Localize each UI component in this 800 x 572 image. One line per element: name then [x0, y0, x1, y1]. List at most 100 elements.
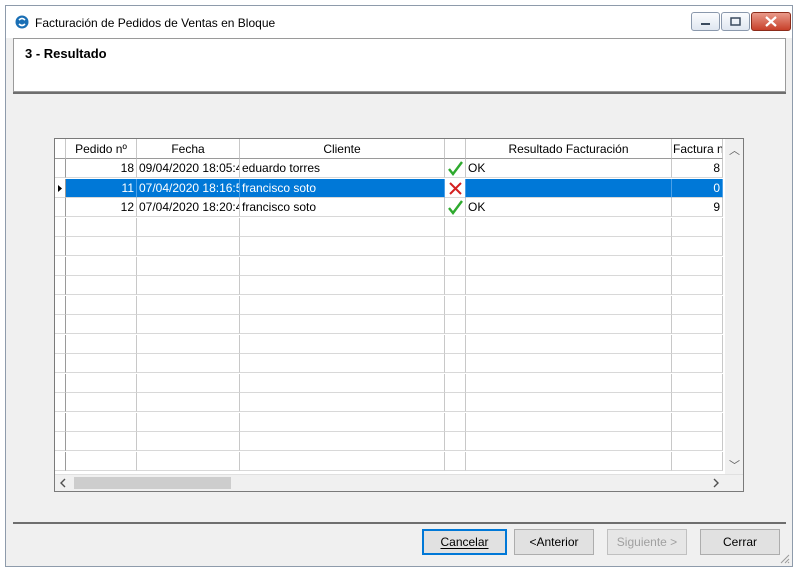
- scroll-left-icon[interactable]: [59, 478, 67, 488]
- cell-factura[interactable]: [672, 373, 723, 393]
- cell-resultado[interactable]: [466, 393, 672, 412]
- column-header-cliente[interactable]: Cliente: [240, 139, 445, 159]
- table-row[interactable]: 12 07/04/2020 18:20:40 francisco soto OK 9: [55, 198, 723, 217]
- cell-fecha[interactable]: [137, 432, 240, 451]
- cell-resultado[interactable]: [466, 412, 672, 432]
- row-indicator[interactable]: [55, 159, 66, 178]
- cell-status[interactable]: [445, 295, 466, 315]
- row-indicator[interactable]: [55, 256, 66, 276]
- cell-resultado[interactable]: OK: [466, 198, 672, 217]
- cell-cliente[interactable]: [240, 295, 445, 315]
- table-row[interactable]: [55, 237, 723, 256]
- cell-pedido[interactable]: [66, 315, 137, 334]
- table-row[interactable]: [55, 393, 723, 412]
- cell-cliente[interactable]: [240, 354, 445, 373]
- scroll-up-icon[interactable]: ︿: [729, 142, 740, 158]
- row-indicator[interactable]: [55, 373, 66, 393]
- table-row[interactable]: [55, 412, 723, 432]
- row-indicator[interactable]: [55, 432, 66, 451]
- table-row[interactable]: [55, 373, 723, 393]
- cell-cliente[interactable]: [240, 393, 445, 412]
- column-header-factura[interactable]: Factura nº: [672, 139, 723, 159]
- cell-resultado[interactable]: [466, 354, 672, 373]
- cell-cliente[interactable]: [240, 217, 445, 237]
- cell-pedido[interactable]: 18: [66, 159, 137, 178]
- cell-status[interactable]: [445, 432, 466, 451]
- cell-status[interactable]: [445, 178, 466, 198]
- cell-fecha[interactable]: [137, 373, 240, 393]
- horizontal-scroll-thumb[interactable]: [74, 477, 231, 489]
- cell-resultado[interactable]: [466, 315, 672, 334]
- cell-pedido[interactable]: [66, 276, 137, 295]
- minimize-button[interactable]: [691, 12, 720, 31]
- table-row[interactable]: [55, 334, 723, 354]
- table-row[interactable]: 11 07/04/2020 18:16:56 francisco soto 0: [55, 178, 723, 198]
- cancel-button[interactable]: Cancelar: [422, 529, 507, 555]
- table-row[interactable]: 18 09/04/2020 18:05:44 eduardo torres OK 8: [55, 159, 723, 178]
- cell-factura[interactable]: [672, 237, 723, 256]
- row-indicator[interactable]: [55, 295, 66, 315]
- cell-resultado[interactable]: [466, 451, 672, 471]
- cell-pedido[interactable]: [66, 217, 137, 237]
- row-indicator[interactable]: [55, 412, 66, 432]
- cell-pedido[interactable]: [66, 334, 137, 354]
- cell-status[interactable]: [445, 354, 466, 373]
- cell-factura[interactable]: [672, 256, 723, 276]
- cell-pedido[interactable]: [66, 432, 137, 451]
- cell-fecha[interactable]: [137, 256, 240, 276]
- cell-factura[interactable]: [672, 334, 723, 354]
- table-row[interactable]: [55, 451, 723, 471]
- cell-cliente[interactable]: [240, 334, 445, 354]
- cell-cliente[interactable]: [240, 451, 445, 471]
- table-row[interactable]: [55, 315, 723, 334]
- cell-cliente[interactable]: [240, 315, 445, 334]
- scroll-right-icon[interactable]: [712, 478, 720, 488]
- scroll-down-icon[interactable]: ﹀: [729, 457, 740, 473]
- table-row[interactable]: [55, 295, 723, 315]
- cell-fecha[interactable]: [137, 354, 240, 373]
- cell-cliente[interactable]: francisco soto: [240, 198, 445, 217]
- cell-fecha[interactable]: [137, 393, 240, 412]
- cell-cliente[interactable]: [240, 256, 445, 276]
- cell-factura[interactable]: [672, 217, 723, 237]
- cell-fecha[interactable]: [137, 315, 240, 334]
- cell-fecha[interactable]: [137, 237, 240, 256]
- cell-status[interactable]: [445, 373, 466, 393]
- cell-status[interactable]: [445, 334, 466, 354]
- column-header-status[interactable]: [445, 139, 466, 159]
- row-indicator[interactable]: [55, 393, 66, 412]
- cell-factura[interactable]: [672, 295, 723, 315]
- resize-grip-icon[interactable]: [778, 552, 790, 564]
- cell-pedido[interactable]: [66, 373, 137, 393]
- cell-status[interactable]: [445, 412, 466, 432]
- row-indicator[interactable]: [55, 451, 66, 471]
- cell-status[interactable]: [445, 451, 466, 471]
- cell-resultado[interactable]: [466, 178, 672, 198]
- cell-factura[interactable]: [672, 432, 723, 451]
- cell-fecha[interactable]: [137, 412, 240, 432]
- cell-pedido[interactable]: [66, 256, 137, 276]
- cell-fecha[interactable]: 09/04/2020 18:05:44: [137, 159, 240, 178]
- table-row[interactable]: [55, 256, 723, 276]
- close-window-button[interactable]: [751, 12, 791, 31]
- cell-factura[interactable]: 9: [672, 198, 723, 217]
- cell-status[interactable]: [445, 315, 466, 334]
- row-indicator[interactable]: [55, 334, 66, 354]
- close-button[interactable]: Cerrar: [700, 529, 780, 555]
- cell-status[interactable]: [445, 276, 466, 295]
- cell-cliente[interactable]: [240, 237, 445, 256]
- table-row[interactable]: [55, 217, 723, 237]
- cell-fecha[interactable]: 07/04/2020 18:16:56: [137, 178, 240, 198]
- cell-pedido[interactable]: [66, 295, 137, 315]
- cell-factura[interactable]: [672, 315, 723, 334]
- results-grid[interactable]: Pedido nº Fecha Cliente Resultado Factur…: [54, 138, 744, 492]
- table-row[interactable]: [55, 432, 723, 451]
- maximize-button[interactable]: [721, 12, 750, 31]
- row-indicator[interactable]: [55, 178, 66, 198]
- cell-fecha[interactable]: [137, 295, 240, 315]
- cell-resultado[interactable]: [466, 276, 672, 295]
- cell-status[interactable]: [445, 237, 466, 256]
- cell-cliente[interactable]: [240, 432, 445, 451]
- vertical-scrollbar[interactable]: ︿ ﹀: [725, 139, 743, 475]
- cell-resultado[interactable]: OK: [466, 159, 672, 178]
